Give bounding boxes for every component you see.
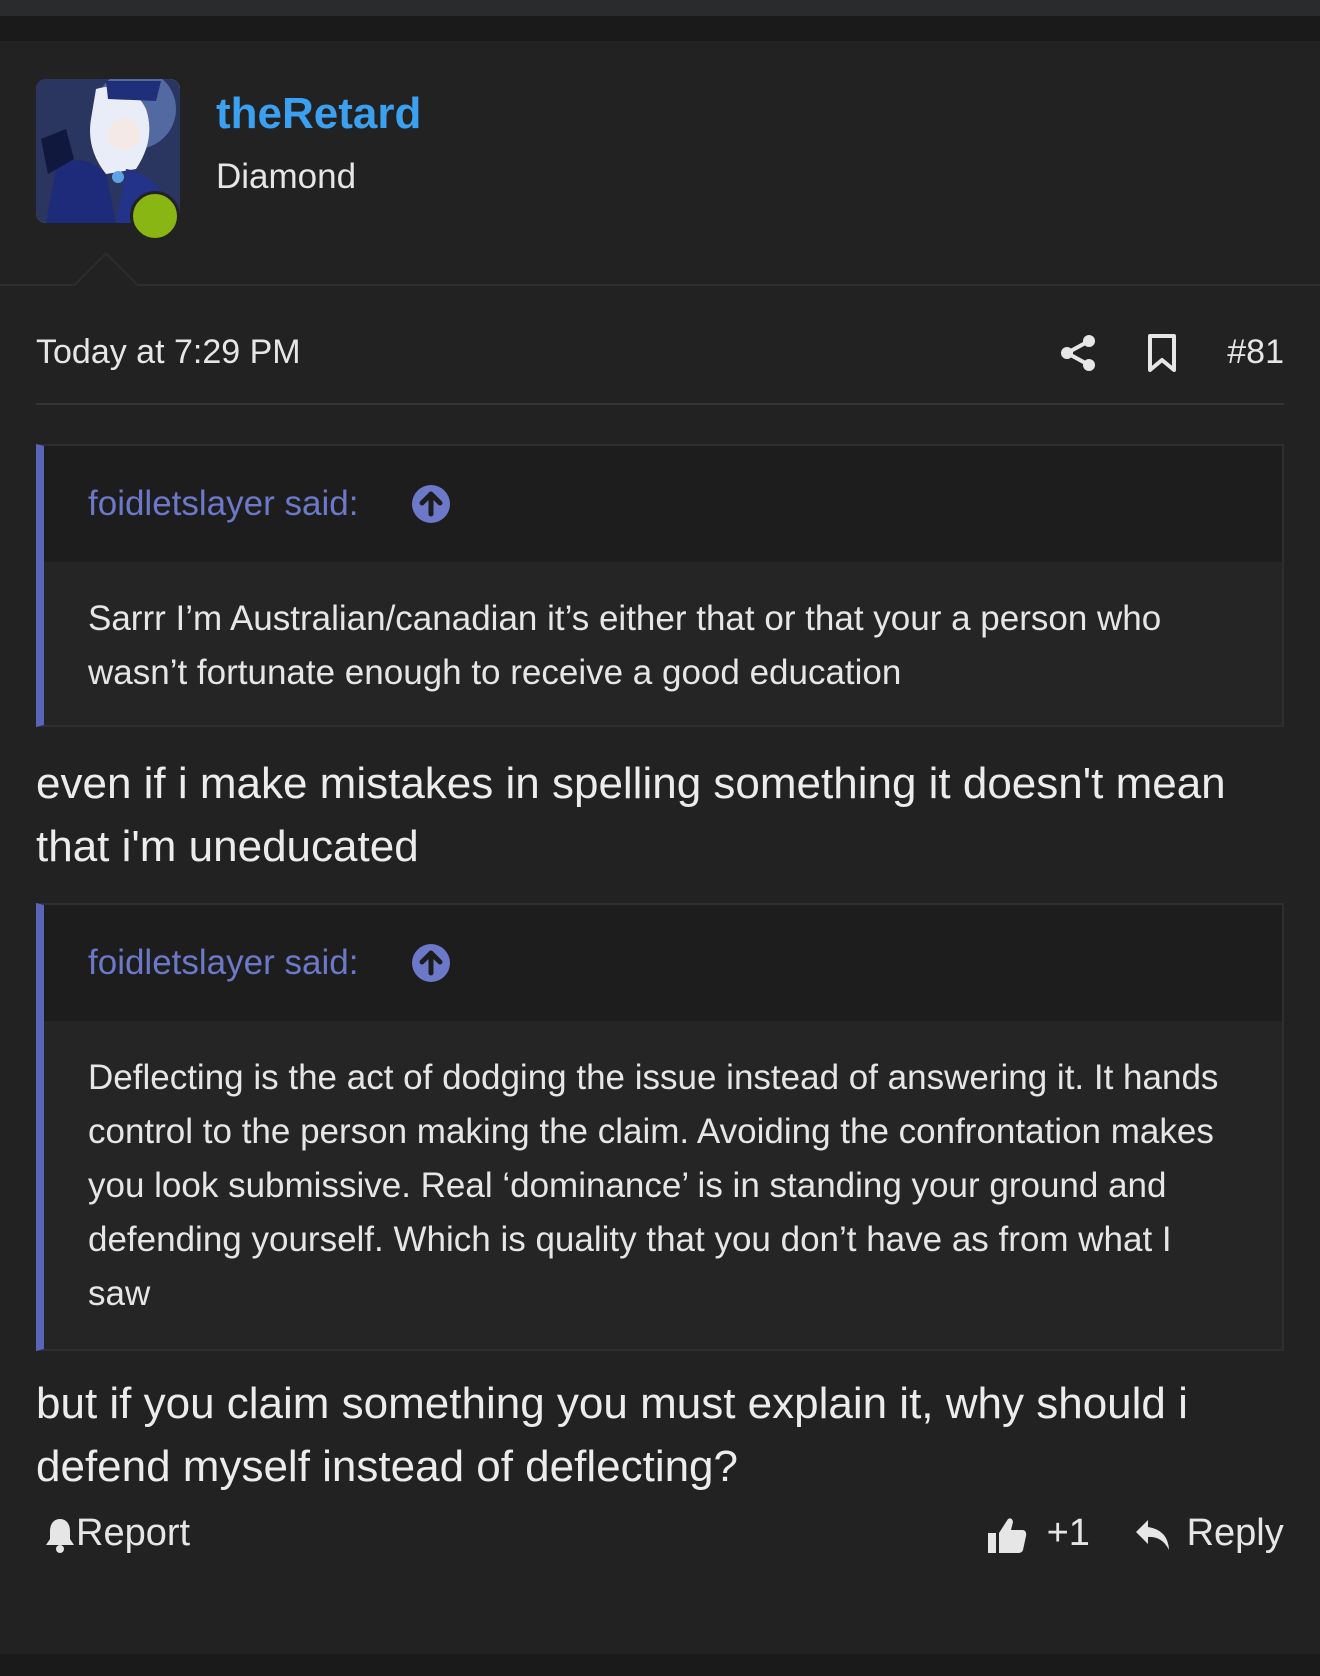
quote-block: foidletslayer said: Deflecting is the ac… — [36, 903, 1284, 1351]
post-meta: Today at 7:29 PM #81 — [36, 303, 1284, 405]
share-icon[interactable] — [1058, 333, 1098, 373]
post: theRetard Diamond Today at 7:29 PM #81 f… — [0, 41, 1320, 1654]
reply-button[interactable]: Reply — [1134, 1508, 1284, 1558]
post-timestamp[interactable]: Today at 7:29 PM — [36, 333, 301, 372]
reply-label: Reply — [1186, 1512, 1284, 1554]
bottom-divider — [0, 1654, 1320, 1676]
arrow-up-circle-icon[interactable] — [411, 484, 451, 524]
header-pointer — [72, 252, 140, 287]
reply-arrow-icon — [1136, 1519, 1169, 1550]
quote-text: Sarrr I’m Australian/canadian it’s eithe… — [88, 599, 1162, 692]
message-text: even if i make mistakes in spelling some… — [36, 759, 1226, 871]
top-bar — [0, 0, 1320, 16]
like-count: +1 — [1046, 1512, 1090, 1554]
quote-block: foidletslayer said: Sarrr I’m Australian… — [36, 444, 1284, 727]
user-header: theRetard Diamond — [0, 41, 1320, 287]
bell-icon — [46, 1518, 74, 1553]
thumbs-up-icon — [988, 1518, 1027, 1553]
quote-header[interactable]: foidletslayer said: — [44, 446, 1282, 562]
username-link[interactable]: theRetard — [216, 89, 421, 139]
arrow-up-circle-icon[interactable] — [411, 943, 451, 983]
online-status-dot — [130, 191, 180, 241]
bookmark-icon[interactable] — [1142, 333, 1182, 373]
user-rank: Diamond — [216, 157, 357, 196]
quote-text: Deflecting is the act of dodging the iss… — [88, 1058, 1219, 1313]
message-text: but if you claim something you must expl… — [36, 1379, 1188, 1491]
quote-author[interactable]: foidletslayer said: — [88, 484, 358, 524]
like-button[interactable]: +1 — [986, 1508, 1090, 1558]
quote-author[interactable]: foidletslayer said: — [88, 943, 358, 983]
report-button[interactable]: Report — [44, 1508, 190, 1558]
post-number-link[interactable]: #81 — [1227, 333, 1284, 372]
report-label: Report — [76, 1512, 191, 1554]
quote-header[interactable]: foidletslayer said: — [44, 905, 1282, 1021]
